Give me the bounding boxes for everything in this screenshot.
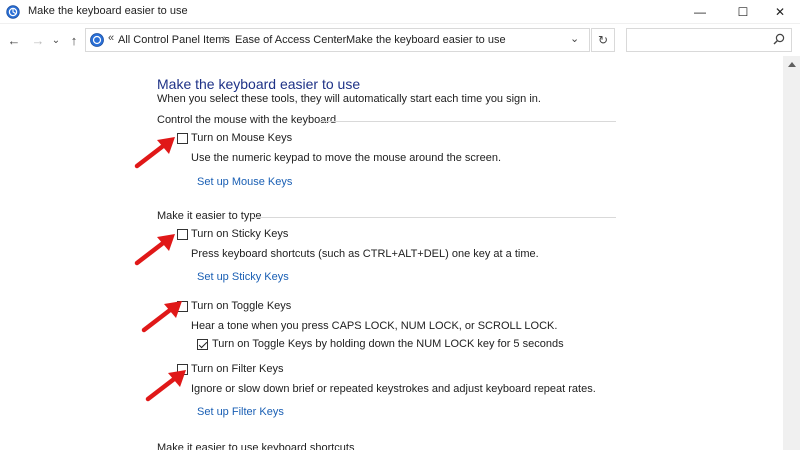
red-arrow-icon xyxy=(134,137,175,169)
search-input[interactable] xyxy=(626,28,792,52)
mouse-keys-description: Use the numeric keypad to move the mouse… xyxy=(191,152,502,164)
mouse-keys-option[interactable]: Turn on Mouse Keys xyxy=(177,132,292,144)
chevron-down-icon: ⌄ xyxy=(51,34,61,46)
section-heading-typing: Make it easier to type xyxy=(157,210,262,222)
breadcrumb-ease-of-access-center[interactable]: Ease of Access Center xyxy=(235,34,346,46)
forward-arrow-icon: → xyxy=(31,32,45,48)
window-title: Make the keyboard easier to use xyxy=(28,5,188,17)
maximize-button[interactable]: ☐ xyxy=(723,0,763,24)
close-button[interactable]: ✕ xyxy=(760,0,800,24)
page-subtitle: When you select these tools, they will a… xyxy=(157,93,541,105)
mouse-keys-label[interactable]: Turn on Mouse Keys xyxy=(191,132,292,144)
search-icon xyxy=(773,33,785,45)
red-arrow-icon xyxy=(145,370,186,402)
setup-mouse-keys-link[interactable]: Set up Mouse Keys xyxy=(197,176,292,188)
filter-keys-label[interactable]: Turn on Filter Keys xyxy=(191,363,284,375)
address-dropdown-icon[interactable]: ⌄ xyxy=(570,32,579,45)
up-arrow-icon: ↑ xyxy=(70,32,78,48)
vertical-scrollbar[interactable] xyxy=(783,56,800,450)
refresh-button[interactable]: ↻ xyxy=(591,28,615,52)
setup-sticky-keys-link[interactable]: Set up Sticky Keys xyxy=(197,271,289,283)
toggle-keys-option[interactable]: Turn on Toggle Keys xyxy=(177,300,291,312)
sticky-keys-description: Press keyboard shortcuts (such as CTRL+A… xyxy=(191,248,539,260)
up-button[interactable]: ↑ xyxy=(66,32,82,48)
breadcrumb-current-page[interactable]: Make the keyboard easier to use xyxy=(346,34,506,46)
toggle-keys-numlock-label[interactable]: Turn on Toggle Keys by holding down the … xyxy=(212,338,564,350)
maximize-icon: ☐ xyxy=(737,5,749,19)
ease-of-access-icon xyxy=(6,5,20,19)
section-divider xyxy=(321,121,616,122)
overflow-chevron-icon[interactable]: « xyxy=(108,32,114,44)
address-bar[interactable]: « All Control Panel Items › Ease of Acce… xyxy=(85,28,590,52)
toggle-keys-description: Hear a tone when you press CAPS LOCK, NU… xyxy=(191,320,558,332)
title-bar: Make the keyboard easier to use — ☐ ✕ xyxy=(0,0,800,24)
minimize-icon: — xyxy=(694,5,706,19)
filter-keys-description: Ignore or slow down brief or repeated ke… xyxy=(191,383,596,395)
forward-button[interactable]: → xyxy=(30,32,46,48)
back-button[interactable]: ← xyxy=(6,32,22,48)
refresh-icon: ↻ xyxy=(597,33,609,47)
sticky-keys-option[interactable]: Turn on Sticky Keys xyxy=(177,228,288,240)
red-arrow-icon xyxy=(134,234,175,266)
sticky-keys-label[interactable]: Turn on Sticky Keys xyxy=(191,228,288,240)
section-heading-mouse: Control the mouse with the keyboard xyxy=(157,114,337,126)
breadcrumb-separator-icon[interactable]: › xyxy=(223,33,226,44)
toggle-keys-numlock-option[interactable]: Turn on Toggle Keys by holding down the … xyxy=(197,338,564,350)
section-divider xyxy=(251,217,616,218)
breadcrumb-all-control-panel-items[interactable]: All Control Panel Items xyxy=(118,34,230,46)
content-area: Make the keyboard easier to use When you… xyxy=(0,56,783,450)
close-icon: ✕ xyxy=(774,5,786,19)
chevron-up-icon xyxy=(787,62,796,67)
section-heading-shortcuts: Make it easier to use keyboard shortcuts xyxy=(157,442,355,450)
page-title: Make the keyboard easier to use xyxy=(157,76,361,92)
filter-keys-option[interactable]: Turn on Filter Keys xyxy=(177,363,284,375)
control-panel-icon xyxy=(90,33,104,47)
toggle-keys-numlock-checkbox[interactable] xyxy=(197,338,208,350)
scroll-up-button[interactable] xyxy=(783,56,800,73)
toggle-keys-label[interactable]: Turn on Toggle Keys xyxy=(191,300,291,312)
back-arrow-icon: ← xyxy=(7,32,21,48)
red-arrow-icon xyxy=(141,301,182,333)
navigation-bar: ← → ⌄ ↑ « All Control Panel Items › Ease… xyxy=(0,24,800,56)
minimize-button[interactable]: — xyxy=(680,0,720,24)
setup-filter-keys-link[interactable]: Set up Filter Keys xyxy=(197,406,284,418)
breadcrumb-separator-icon[interactable]: › xyxy=(333,33,336,44)
recent-locations-button[interactable]: ⌄ xyxy=(48,32,64,48)
